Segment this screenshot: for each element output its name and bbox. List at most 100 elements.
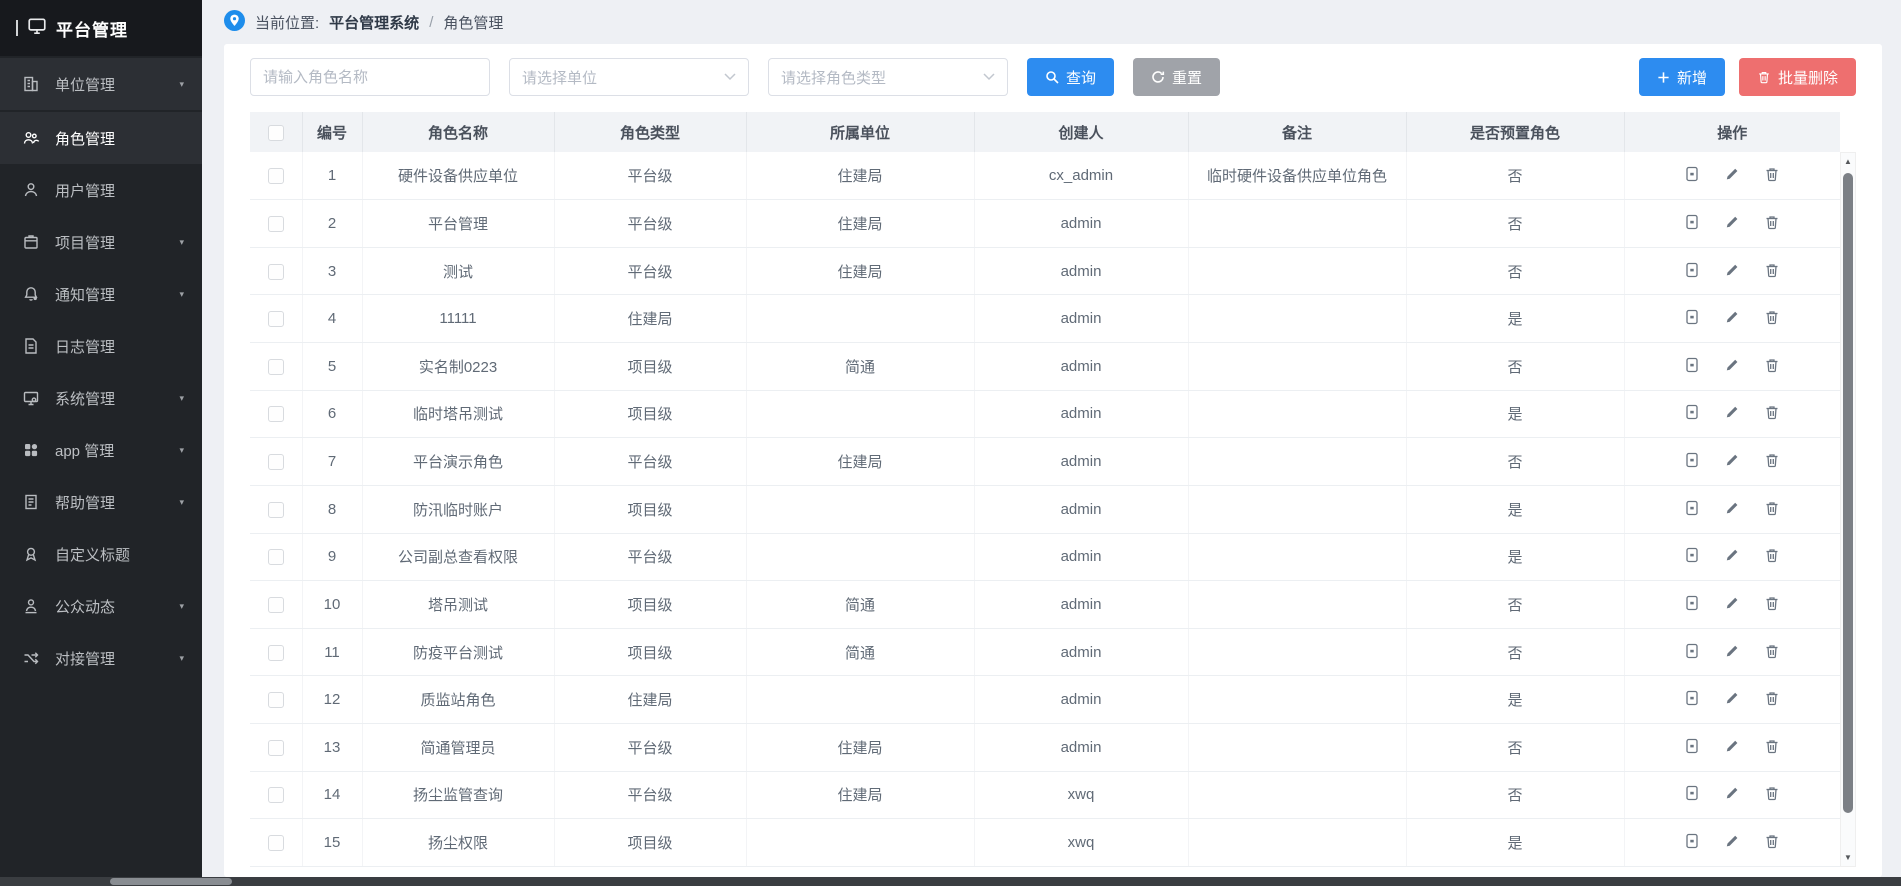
view-details-button[interactable] bbox=[1684, 357, 1700, 376]
cell-remark bbox=[1188, 581, 1406, 629]
row-checkbox[interactable] bbox=[268, 406, 284, 422]
view-details-button[interactable] bbox=[1684, 452, 1700, 471]
delete-button[interactable] bbox=[1764, 833, 1780, 852]
horizontal-scrollbar[interactable] bbox=[0, 877, 1901, 886]
sidebar-item-8[interactable]: app 管理▾ bbox=[0, 424, 202, 476]
edit-button[interactable] bbox=[1724, 738, 1740, 757]
view-details-button[interactable] bbox=[1684, 643, 1700, 662]
sidebar-item-1[interactable]: 单位管理▾ bbox=[0, 58, 202, 110]
edit-button[interactable] bbox=[1724, 166, 1740, 185]
row-checkbox[interactable] bbox=[268, 502, 284, 518]
row-checkbox[interactable] bbox=[268, 645, 284, 661]
sidebar-item-9[interactable]: 帮助管理▾ bbox=[0, 476, 202, 528]
cell-role-name: 平台演示角色 bbox=[362, 438, 554, 486]
delete-button[interactable] bbox=[1764, 690, 1780, 709]
delete-button[interactable] bbox=[1764, 547, 1780, 566]
role-name-input[interactable] bbox=[250, 58, 490, 96]
delete-button[interactable] bbox=[1764, 166, 1780, 185]
delete-button[interactable] bbox=[1764, 357, 1780, 376]
row-checkbox[interactable] bbox=[268, 216, 284, 232]
view-details-button[interactable] bbox=[1684, 404, 1700, 423]
row-checkbox[interactable] bbox=[268, 264, 284, 280]
cell-no: 15 bbox=[302, 819, 362, 867]
search-button[interactable]: 查询 bbox=[1027, 58, 1114, 96]
sidebar-item-label: 帮助管理 bbox=[55, 492, 164, 513]
view-details-button[interactable] bbox=[1684, 738, 1700, 757]
edit-button[interactable] bbox=[1724, 785, 1740, 804]
horizontal-scrollbar-thumb[interactable] bbox=[110, 878, 232, 885]
sidebar-item-6[interactable]: 日志管理 bbox=[0, 320, 202, 372]
row-checkbox[interactable] bbox=[268, 597, 284, 613]
view-details-button[interactable] bbox=[1684, 262, 1700, 281]
view-details-button[interactable] bbox=[1684, 785, 1700, 804]
sidebar-item-7[interactable]: 系统管理▾ bbox=[0, 372, 202, 424]
edit-button[interactable] bbox=[1724, 214, 1740, 233]
delete-button[interactable] bbox=[1764, 309, 1780, 328]
sidebar-item-label: 角色管理 bbox=[55, 128, 184, 149]
edit-button[interactable] bbox=[1724, 404, 1740, 423]
view-details-icon bbox=[1684, 547, 1700, 566]
notice-icon bbox=[22, 285, 40, 303]
edit-button[interactable] bbox=[1724, 357, 1740, 376]
delete-button[interactable] bbox=[1764, 214, 1780, 233]
sidebar-item-3[interactable]: 用户管理 bbox=[0, 164, 202, 216]
delete-button[interactable] bbox=[1764, 738, 1780, 757]
cell-role-name: 扬尘监管查询 bbox=[362, 771, 554, 819]
edit-button[interactable] bbox=[1724, 547, 1740, 566]
delete-button[interactable] bbox=[1764, 404, 1780, 423]
view-details-button[interactable] bbox=[1684, 690, 1700, 709]
scrollbar-thumb[interactable] bbox=[1843, 173, 1853, 813]
row-checkbox[interactable] bbox=[268, 692, 284, 708]
batch-delete-button[interactable]: 批量删除 bbox=[1739, 58, 1856, 96]
edit-button[interactable] bbox=[1724, 643, 1740, 662]
sidebar-item-10[interactable]: 自定义标题 bbox=[0, 528, 202, 580]
row-checkbox[interactable] bbox=[268, 359, 284, 375]
scroll-down-icon[interactable]: ▼ bbox=[1841, 853, 1855, 862]
delete-button[interactable] bbox=[1764, 643, 1780, 662]
role-type-select[interactable]: 请选择角色类型 bbox=[768, 58, 1008, 96]
reset-button[interactable]: 重置 bbox=[1133, 58, 1220, 96]
view-details-button[interactable] bbox=[1684, 309, 1700, 328]
row-checkbox[interactable] bbox=[268, 835, 284, 851]
edit-button[interactable] bbox=[1724, 690, 1740, 709]
view-details-button[interactable] bbox=[1684, 166, 1700, 185]
row-checkbox[interactable] bbox=[268, 311, 284, 327]
edit-button[interactable] bbox=[1724, 262, 1740, 281]
vertical-scrollbar[interactable]: ▲ ▼ bbox=[1840, 152, 1856, 867]
sidebar-item-4[interactable]: 项目管理▾ bbox=[0, 216, 202, 268]
view-details-button[interactable] bbox=[1684, 500, 1700, 519]
row-checkbox[interactable] bbox=[268, 787, 284, 803]
row-checkbox[interactable] bbox=[268, 454, 284, 470]
delete-button[interactable] bbox=[1764, 452, 1780, 471]
project-icon bbox=[22, 233, 40, 251]
delete-button[interactable] bbox=[1764, 785, 1780, 804]
view-details-button[interactable] bbox=[1684, 595, 1700, 614]
delete-button[interactable] bbox=[1764, 595, 1780, 614]
sidebar-item-11[interactable]: 公众动态▾ bbox=[0, 580, 202, 632]
sidebar-item-2[interactable]: 角色管理 bbox=[0, 112, 202, 164]
edit-button[interactable] bbox=[1724, 309, 1740, 328]
sidebar-item-12[interactable]: 对接管理▾ bbox=[0, 632, 202, 684]
table-row: 12质监站角色住建局admin是 bbox=[250, 676, 1840, 724]
cell-preset: 否 bbox=[1406, 628, 1624, 676]
edit-button[interactable] bbox=[1724, 452, 1740, 471]
row-checkbox[interactable] bbox=[268, 168, 284, 184]
view-details-button[interactable] bbox=[1684, 547, 1700, 566]
scroll-up-icon[interactable]: ▲ bbox=[1841, 157, 1855, 166]
delete-button[interactable] bbox=[1764, 500, 1780, 519]
cell-preset: 否 bbox=[1406, 152, 1624, 200]
edit-button[interactable] bbox=[1724, 500, 1740, 519]
view-details-button[interactable] bbox=[1684, 214, 1700, 233]
delete-button[interactable] bbox=[1764, 262, 1780, 281]
row-checkbox[interactable] bbox=[268, 549, 284, 565]
add-button[interactable]: 新增 bbox=[1639, 58, 1725, 96]
row-checkbox[interactable] bbox=[268, 740, 284, 756]
edit-button[interactable] bbox=[1724, 833, 1740, 852]
select-all-checkbox[interactable] bbox=[268, 125, 284, 141]
breadcrumb-root[interactable]: 平台管理系统 bbox=[329, 12, 419, 33]
view-details-button[interactable] bbox=[1684, 833, 1700, 852]
sidebar-item-5[interactable]: 通知管理▾ bbox=[0, 268, 202, 320]
edit-button[interactable] bbox=[1724, 595, 1740, 614]
view-details-icon bbox=[1684, 785, 1700, 804]
unit-select[interactable]: 请选择单位 bbox=[509, 58, 749, 96]
